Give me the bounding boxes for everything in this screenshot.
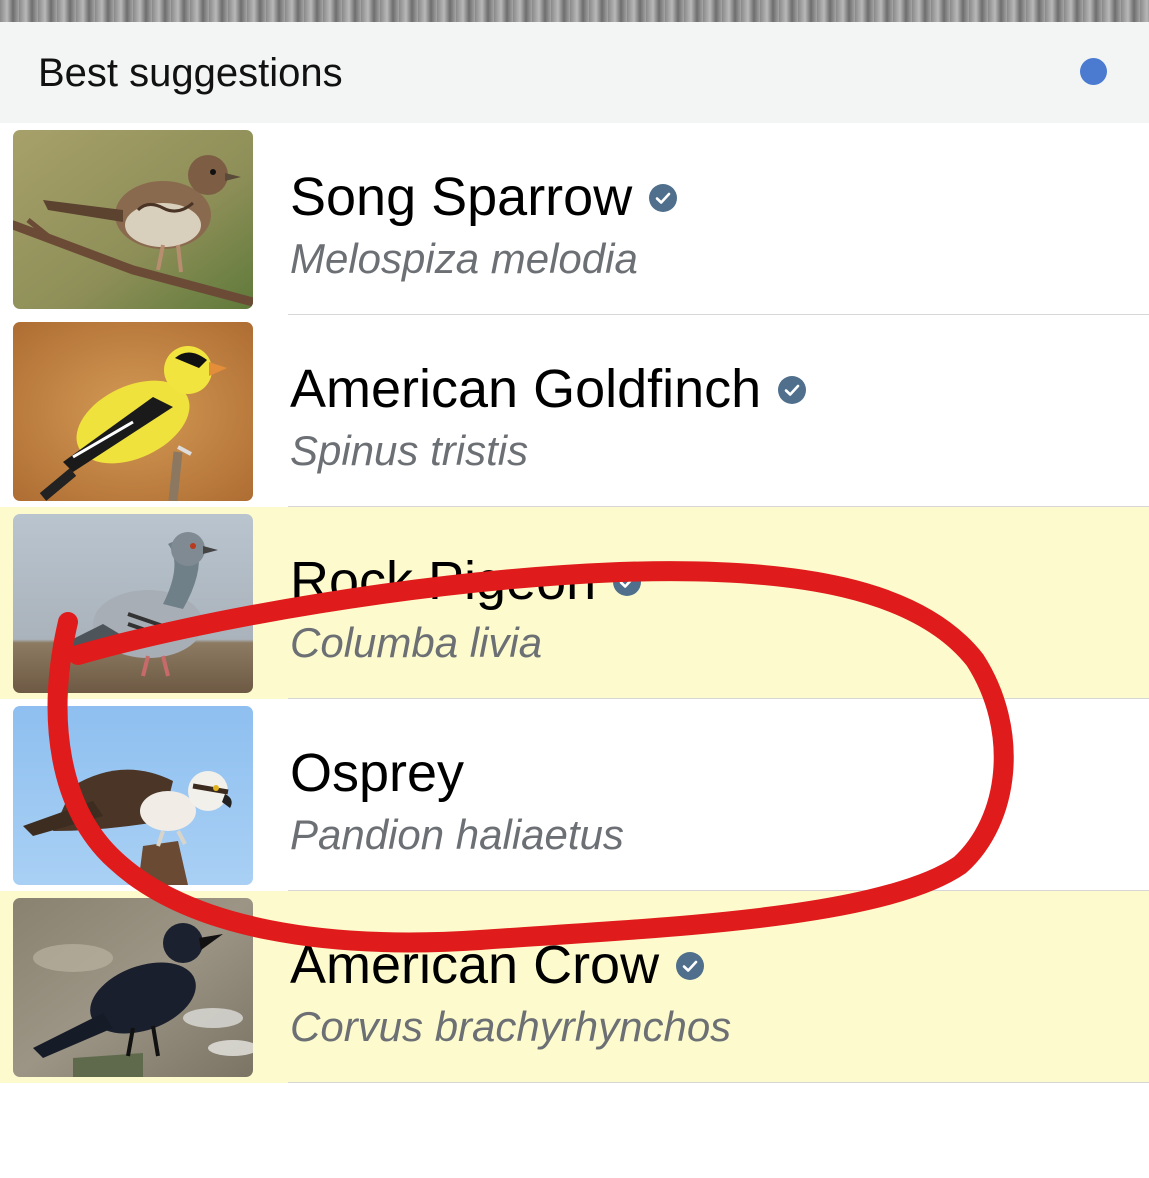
scientific-name: Corvus brachyrhynchos (290, 1003, 732, 1050)
row-divider (288, 1082, 1149, 1083)
verified-check-icon (613, 567, 642, 596)
american-crow-photo (13, 898, 253, 1077)
suggestions-header: Best suggestions (0, 22, 1149, 123)
scientific-name: Melospiza melodia (290, 235, 638, 282)
scientific-name: Spinus tristis (290, 427, 529, 474)
suggestion-row-american-crow[interactable]: American Crow Corvus brachyrhynchos (0, 891, 1149, 1083)
scientific-name: Pandion haliaetus (290, 811, 624, 858)
verified-check-icon (778, 375, 807, 404)
section-title: Best suggestions (38, 51, 343, 95)
background-photo-strip (0, 0, 1149, 22)
verified-check-icon (676, 951, 705, 980)
song-sparrow-photo (13, 130, 253, 309)
status-dot-icon (1080, 58, 1107, 85)
scientific-name: Columba livia (290, 619, 543, 666)
suggestion-row-american-goldfinch[interactable]: American Goldfinch Spinus tristis (0, 315, 1149, 507)
common-name: American Goldfinch (290, 357, 807, 421)
osprey-photo (13, 706, 253, 885)
suggestion-row-rock-pigeon[interactable]: Rock Pigeon Columba livia (0, 507, 1149, 699)
verified-check-icon (649, 183, 678, 212)
american-goldfinch-photo (13, 322, 253, 501)
common-name: American Crow (290, 933, 705, 997)
suggestion-row-song-sparrow[interactable]: Song Sparrow Melospiza melodia (0, 123, 1149, 315)
common-name: Song Sparrow (290, 165, 678, 229)
common-name: Rock Pigeon (290, 549, 642, 613)
rock-pigeon-photo (13, 514, 253, 693)
common-name: Osprey (290, 743, 465, 803)
suggestion-row-osprey[interactable]: Osprey Pandion haliaetus (0, 699, 1149, 891)
